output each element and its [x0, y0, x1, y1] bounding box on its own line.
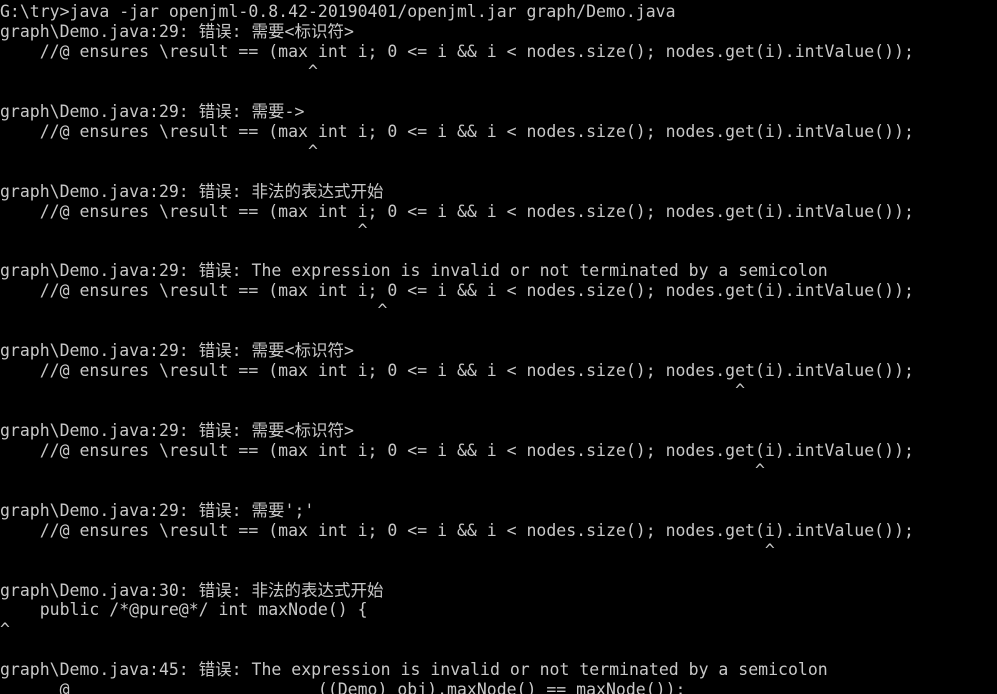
error-caret-line: ^	[0, 620, 10, 640]
error-header-line: graph\Demo.java:29: 错误: 需要<标识符>	[0, 21, 354, 41]
error-header-line: graph\Demo.java:45: 错误: The expression i…	[0, 660, 828, 680]
error-header-line: graph\Demo.java:29: 错误: 需要<标识符>	[0, 420, 354, 440]
error-source-line: //@ ensures \result == (max int i; 0 <= …	[0, 520, 914, 540]
terminal-output-pane[interactable]: G:\try>java -jar openjml-0.8.42-20190401…	[0, 0, 997, 694]
error-source-line: //@ ensures \result == (max int i; 0 <= …	[0, 361, 914, 381]
error-source-line: //@ ensures \result == (max int i; 0 <= …	[0, 440, 914, 460]
error-caret-line: ^	[0, 540, 775, 560]
error-caret-line: ^	[0, 460, 765, 480]
error-source-line: public /*@pure@*/ int maxNode() {	[0, 600, 368, 620]
error-source-line: //@ ensures \result == (max int i; 0 <= …	[0, 121, 914, 141]
error-header-line: graph\Demo.java:29: 错误: 非法的表达式开始	[0, 181, 384, 201]
error-source-line: //@ ensures \result == (max int i; 0 <= …	[0, 41, 914, 61]
error-caret-line: ^	[0, 381, 746, 401]
error-header-line: graph\Demo.java:29: 错误: 需要<标识符>	[0, 341, 354, 361]
command-line: G:\try>java -jar openjml-0.8.42-20190401…	[0, 2, 676, 21]
error-header-line: graph\Demo.java:30: 错误: 非法的表达式开始	[0, 580, 384, 600]
error-caret-line: ^	[0, 301, 388, 321]
error-source-line: @ ((Demo) obj).maxNode() == maxNode());	[0, 680, 686, 694]
error-caret-line: ^	[0, 61, 318, 81]
error-header-line: graph\Demo.java:29: 错误: The expression i…	[0, 261, 828, 281]
error-caret-line: ^	[0, 221, 368, 241]
error-header-line: graph\Demo.java:29: 错误: 需要';'	[0, 500, 315, 520]
error-source-line: //@ ensures \result == (max int i; 0 <= …	[0, 201, 914, 221]
error-caret-line: ^	[0, 141, 318, 161]
error-source-line: //@ ensures \result == (max int i; 0 <= …	[0, 281, 914, 301]
error-header-line: graph\Demo.java:29: 错误: 需要->	[0, 101, 305, 121]
